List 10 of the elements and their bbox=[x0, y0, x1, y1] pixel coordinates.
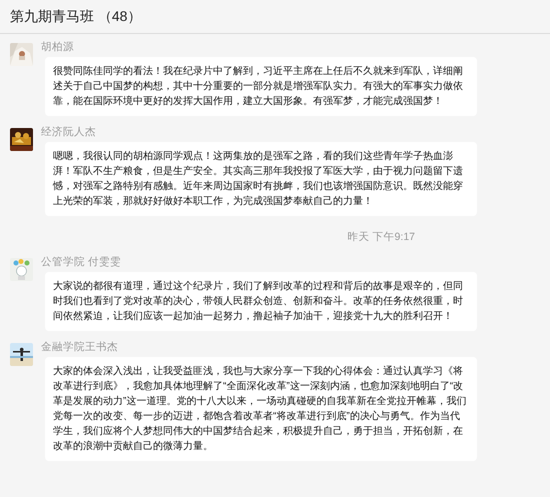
message-bubble: 大家说的都很有道理，通过这个纪录片，我们了解到改革的过程和背后的故事是艰辛的，但同时我们也看到了党对改革的决心，带领人民群众创造、创新和奋斗。改革的任务依然很重，时间依然紧迫，让我们应该一起加油一起努力，撸起袖子加油干，迎接党十九大的胜利召开！ bbox=[45, 272, 477, 331]
window-title: 第九期青马班 （48） bbox=[10, 7, 142, 26]
sender-name: 公管学院 付雯雯 bbox=[41, 256, 122, 269]
sender-name: 金融学院王书杰 bbox=[41, 340, 119, 354]
message-bubble: 嗯嗯，我很认同的胡柏源同学观点！这两集放的是强军之路，看的我们这些青年学子热血澎湃！军队不生产粮食，但是生产安全。其实高三那年我投报了军医大学，由于视力问题留下遗憾，对强军之路特别有感触。近年来周边国家时有挑衅，我们也该增强国防意识。既然没能穿上光荣的军装，那就好好做好本职工作，为完成强国梦奉献自己的力量！ bbox=[45, 142, 477, 216]
sender-name: 胡柏源 bbox=[41, 41, 75, 54]
message-bubble: 大家的体会深入浅出，让我受益匪浅，我也与大家分享一下我的心得体会：通过认真学习《将改革进行到底》，我愈加具体地理解了“全面深化改革”这一深刻内涵，也愈加深刻地明白了“改革是发展的动力”这一道理。党的十八大以来，一场动真碰硬的自我革新在全党拉开帷幕，我们党每一次的改变、每一步的迈进，都饱含着改革者“将改革进行到底”的决心与勇气。作为当代学生，我们应将个人梦想同伟大的中国梦结合起来，积极提升自己，勇于担当，开拓创新，在改革的浪潮中贡献自己的微薄力量。 bbox=[45, 356, 477, 461]
sender-name: 经济阮人杰 bbox=[41, 126, 97, 139]
message-bubble: 很赞同陈佳同学的看法！我在纪录片中了解到，习近平主席在上任后不久就来到军队，详细阐述关于自己中国梦的构想，其中十分重要的一部分就是增强军队实力。有强大的军事实力做依靠，能在国际环境中更好的发挥大国作用，建立大国形象。有强军梦，才能完成强国梦！ bbox=[45, 57, 477, 116]
timestamp: 昨天 下午9:17 bbox=[348, 230, 416, 245]
